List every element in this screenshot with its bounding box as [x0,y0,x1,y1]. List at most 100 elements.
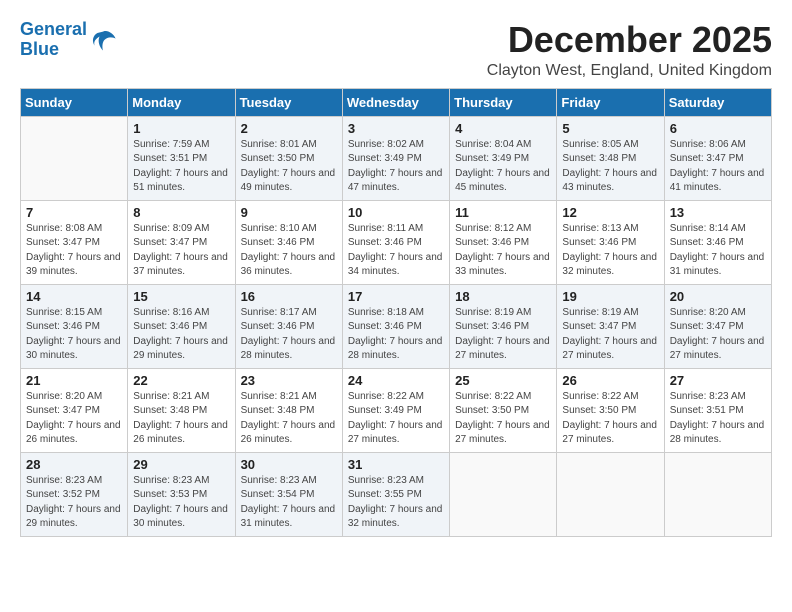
calendar-day-cell: 4 Sunrise: 8:04 AMSunset: 3:49 PMDaylight… [450,116,557,200]
calendar-day-cell: 6Sunrise: 8:06 AMSunset: 3:47 PMDaylight… [664,116,771,200]
day-info: Sunrise: 8:02 AMSunset: 3:49 PMDaylight:… [348,138,444,196]
day-info: Sunrise: 8:01 AMSunset: 3:50 PMDaylight:… [241,138,337,196]
day-info: Sunrise: 8:08 AMSunset: 3:47 PMDaylight:… [26,222,122,280]
day-number: 6 [670,121,766,136]
calendar-day-cell: 3Sunrise: 8:02 AMSunset: 3:49 PMDaylight… [342,116,449,200]
day-info: Sunrise: 8:12 AMSunset: 3:46 PMDaylight:… [455,222,551,280]
day-info: Sunrise: 8:19 AMSunset: 3:47 PMDaylight:… [562,306,658,364]
weekday-header-row: SundayMondayTuesdayWednesdayThursdayFrid… [21,88,772,116]
day-number: 8 [133,205,229,220]
day-number: 13 [670,205,766,220]
calendar-day-cell [557,452,664,536]
day-info: Sunrise: 8:13 AMSunset: 3:46 PMDaylight:… [562,222,658,280]
day-number: 18 [455,289,551,304]
calendar-day-cell [664,452,771,536]
calendar-day-cell: 23 Sunrise: 8:21 AMSunset: 3:48 PMDayligh… [235,368,342,452]
calendar-week-row: 14 Sunrise: 8:15 AMSunset: 3:46 PMDayligh… [21,284,772,368]
day-info: Sunrise: 8:11 AMSunset: 3:46 PMDaylight:… [348,222,444,280]
calendar-day-cell: 12 Sunrise: 8:13 AMSunset: 3:46 PMDayligh… [557,200,664,284]
calendar-week-row: 1Sunrise: 7:59 AMSunset: 3:51 PMDaylight… [21,116,772,200]
day-number: 20 [670,289,766,304]
day-number: 26 [562,373,658,388]
calendar-day-cell: 21 Sunrise: 8:20 AMSunset: 3:47 PMDayligh… [21,368,128,452]
day-number: 10 [348,205,444,220]
day-number: 7 [26,205,122,220]
weekday-header-monday: Monday [128,88,235,116]
calendar-day-cell [450,452,557,536]
calendar-day-cell: 2Sunrise: 8:01 AMSunset: 3:50 PMDaylight… [235,116,342,200]
day-number: 9 [241,205,337,220]
day-info: Sunrise: 8:04 AMSunset: 3:49 PMDaylight:… [455,138,551,196]
day-number: 21 [26,373,122,388]
logo-blue: Blue [20,39,59,59]
day-info: Sunrise: 8:22 AMSunset: 3:50 PMDaylight:… [455,390,551,448]
calendar-table: SundayMondayTuesdayWednesdayThursdayFrid… [20,88,772,537]
calendar-week-row: 28 Sunrise: 8:23 AMSunset: 3:52 PMDayligh… [21,452,772,536]
weekday-header-tuesday: Tuesday [235,88,342,116]
day-info: Sunrise: 8:21 AMSunset: 3:48 PMDaylight:… [241,390,337,448]
day-number: 30 [241,457,337,472]
day-number: 24 [348,373,444,388]
day-info: Sunrise: 7:59 AMSunset: 3:51 PMDaylight:… [133,138,229,196]
day-number: 14 [26,289,122,304]
logo-text: General Blue [20,20,87,60]
calendar-day-cell: 17Sunrise: 8:18 AMSunset: 3:46 PMDayligh… [342,284,449,368]
calendar-day-cell: 9 Sunrise: 8:10 AMSunset: 3:46 PMDaylight… [235,200,342,284]
day-number: 23 [241,373,337,388]
calendar-day-cell: 29 Sunrise: 8:23 AMSunset: 3:53 PMDayligh… [128,452,235,536]
page-header: General Blue December 2025 Clayton West,… [20,20,772,80]
weekday-header-sunday: Sunday [21,88,128,116]
day-info: Sunrise: 8:19 AMSunset: 3:46 PMDaylight:… [455,306,551,364]
weekday-header-thursday: Thursday [450,88,557,116]
day-info: Sunrise: 8:23 AMSunset: 3:55 PMDaylight:… [348,474,444,532]
day-info: Sunrise: 8:23 AMSunset: 3:54 PMDaylight:… [241,474,337,532]
day-info: Sunrise: 8:16 AMSunset: 3:46 PMDaylight:… [133,306,229,364]
day-info: Sunrise: 8:10 AMSunset: 3:46 PMDaylight:… [241,222,337,280]
calendar-day-cell: 26 Sunrise: 8:22 AMSunset: 3:50 PMDayligh… [557,368,664,452]
calendar-day-cell: 13 Sunrise: 8:14 AMSunset: 3:46 PMDayligh… [664,200,771,284]
calendar-day-cell: 15Sunrise: 8:16 AMSunset: 3:46 PMDayligh… [128,284,235,368]
calendar-day-cell: 18 Sunrise: 8:19 AMSunset: 3:46 PMDayligh… [450,284,557,368]
calendar-day-cell: 5Sunrise: 8:05 AMSunset: 3:48 PMDaylight… [557,116,664,200]
calendar-day-cell: 30 Sunrise: 8:23 AMSunset: 3:54 PMDayligh… [235,452,342,536]
day-number: 5 [562,121,658,136]
day-number: 25 [455,373,551,388]
calendar-day-cell: 8 Sunrise: 8:09 AMSunset: 3:47 PMDaylight… [128,200,235,284]
day-info: Sunrise: 8:09 AMSunset: 3:47 PMDaylight:… [133,222,229,280]
day-info: Sunrise: 8:23 AMSunset: 3:52 PMDaylight:… [26,474,122,532]
day-info: Sunrise: 8:21 AMSunset: 3:48 PMDaylight:… [133,390,229,448]
logo-general: General [20,19,87,39]
weekday-header-saturday: Saturday [664,88,771,116]
day-info: Sunrise: 8:23 AMSunset: 3:53 PMDaylight:… [133,474,229,532]
title-block: December 2025 Clayton West, England, Uni… [487,20,772,80]
calendar-day-cell: 20 Sunrise: 8:20 AMSunset: 3:47 PMDayligh… [664,284,771,368]
calendar-day-cell: 7 Sunrise: 8:08 AMSunset: 3:47 PMDaylight… [21,200,128,284]
calendar-day-cell: 31Sunrise: 8:23 AMSunset: 3:55 PMDayligh… [342,452,449,536]
day-info: Sunrise: 8:20 AMSunset: 3:47 PMDaylight:… [670,306,766,364]
day-info: Sunrise: 8:22 AMSunset: 3:49 PMDaylight:… [348,390,444,448]
weekday-header-friday: Friday [557,88,664,116]
calendar-day-cell: 28 Sunrise: 8:23 AMSunset: 3:52 PMDayligh… [21,452,128,536]
calendar-day-cell: 11 Sunrise: 8:12 AMSunset: 3:46 PMDayligh… [450,200,557,284]
day-info: Sunrise: 8:22 AMSunset: 3:50 PMDaylight:… [562,390,658,448]
day-info: Sunrise: 8:14 AMSunset: 3:46 PMDaylight:… [670,222,766,280]
calendar-day-cell: 25 Sunrise: 8:22 AMSunset: 3:50 PMDayligh… [450,368,557,452]
day-number: 12 [562,205,658,220]
day-info: Sunrise: 8:20 AMSunset: 3:47 PMDaylight:… [26,390,122,448]
calendar-week-row: 7 Sunrise: 8:08 AMSunset: 3:47 PMDaylight… [21,200,772,284]
calendar-day-cell: 16Sunrise: 8:17 AMSunset: 3:46 PMDayligh… [235,284,342,368]
day-number: 28 [26,457,122,472]
calendar-day-cell: 1Sunrise: 7:59 AMSunset: 3:51 PMDaylight… [128,116,235,200]
location-title: Clayton West, England, United Kingdom [487,62,772,80]
day-number: 19 [562,289,658,304]
logo-bird-icon [89,26,117,54]
day-number: 29 [133,457,229,472]
calendar-day-cell: 22Sunrise: 8:21 AMSunset: 3:48 PMDayligh… [128,368,235,452]
day-info: Sunrise: 8:23 AMSunset: 3:51 PMDaylight:… [670,390,766,448]
day-number: 11 [455,205,551,220]
day-info: Sunrise: 8:18 AMSunset: 3:46 PMDaylight:… [348,306,444,364]
calendar-day-cell: 27Sunrise: 8:23 AMSunset: 3:51 PMDayligh… [664,368,771,452]
calendar-week-row: 21 Sunrise: 8:20 AMSunset: 3:47 PMDayligh… [21,368,772,452]
day-info: Sunrise: 8:15 AMSunset: 3:46 PMDaylight:… [26,306,122,364]
day-number: 4 [455,121,551,136]
